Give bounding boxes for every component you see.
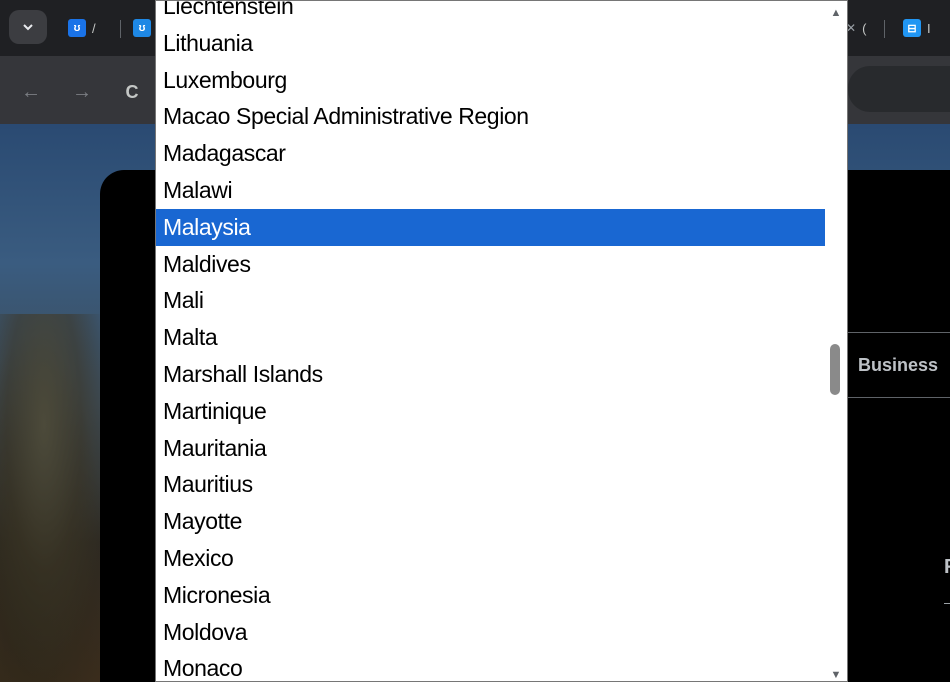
dropdown-option[interactable]: Luxembourg [156, 62, 825, 99]
partial-heading-text: F [944, 556, 950, 579]
dropdown-option[interactable]: Macao Special Administrative Region [156, 98, 825, 135]
dropdown-option[interactable]: Mayotte [156, 503, 825, 540]
dropdown-option[interactable]: Marshall Islands [156, 356, 825, 393]
scroll-down-icon[interactable]: ▼ [829, 668, 843, 681]
site-favicon-icon: ʊ [133, 19, 151, 37]
dropdown-option[interactable]: Martinique [156, 393, 825, 430]
country-select-dropdown[interactable]: Liechtenstein Lithuania Luxembourg Macao Sp… [155, 0, 848, 682]
tab-title: I [927, 20, 931, 36]
dropdown-option[interactable]: Liechtenstein [156, 1, 825, 25]
arrow-right-icon: → [72, 80, 92, 103]
tab-divider [120, 20, 121, 38]
dropdown-scrollbar[interactable]: ▲ ▼ [825, 1, 847, 681]
tab-title: / [92, 20, 96, 36]
arrow-left-icon: ← [21, 80, 41, 103]
address-bar[interactable] [848, 66, 950, 112]
dropdown-option[interactable]: Micronesia [156, 577, 825, 614]
option-list: Liechtenstein Lithuania Luxembourg Macao Sp… [156, 1, 825, 681]
reload-button[interactable]: C [118, 78, 146, 106]
bookmark-favicon-icon: ⊟ [903, 19, 921, 37]
browser-window: ʊ / ʊ ✕ ( ⊟ I ← → C Business F Li [0, 0, 950, 682]
scrollbar-thumb[interactable] [830, 344, 840, 395]
site-favicon-icon: ʊ [68, 19, 86, 37]
scroll-up-icon[interactable]: ▲ [829, 6, 843, 20]
reload-icon: C [125, 81, 139, 102]
dropdown-option[interactable]: Mali [156, 282, 825, 319]
dropdown-option[interactable]: Maldives [156, 246, 825, 283]
dropdown-option[interactable]: Moldova [156, 614, 825, 651]
dropdown-option[interactable]: Malawi [156, 172, 825, 209]
dropdown-option[interactable]: Mexico [156, 540, 825, 577]
back-button[interactable]: ← [17, 78, 45, 106]
tab-title: ( [862, 20, 867, 36]
chevron-down-icon [23, 24, 33, 31]
browser-tab[interactable]: ⊟ I [903, 17, 931, 39]
dropdown-option[interactable]: Malta [156, 319, 825, 356]
dropdown-option[interactable]: Mauritius [156, 466, 825, 503]
business-nav-tab[interactable]: Business [848, 332, 950, 398]
dropdown-option[interactable]: Madagascar [156, 135, 825, 172]
browser-tab[interactable]: ʊ / [68, 17, 96, 39]
tab-divider [884, 20, 885, 38]
browser-tab[interactable]: ✕ ( [846, 17, 866, 39]
dropdown-option[interactable]: Monaco [156, 650, 825, 681]
dropdown-option[interactable]: Mauritania [156, 430, 825, 467]
business-nav-label: Business [858, 354, 939, 375]
divider-line [944, 603, 950, 604]
dropdown-option[interactable]: Lithuania [156, 25, 825, 62]
dropdown-option-selected[interactable]: Malaysia [156, 208, 825, 246]
browser-tab[interactable]: ʊ [133, 17, 157, 39]
forward-button[interactable]: → [68, 78, 96, 106]
background-foliage [0, 314, 110, 682]
tab-search-button[interactable] [9, 10, 47, 44]
